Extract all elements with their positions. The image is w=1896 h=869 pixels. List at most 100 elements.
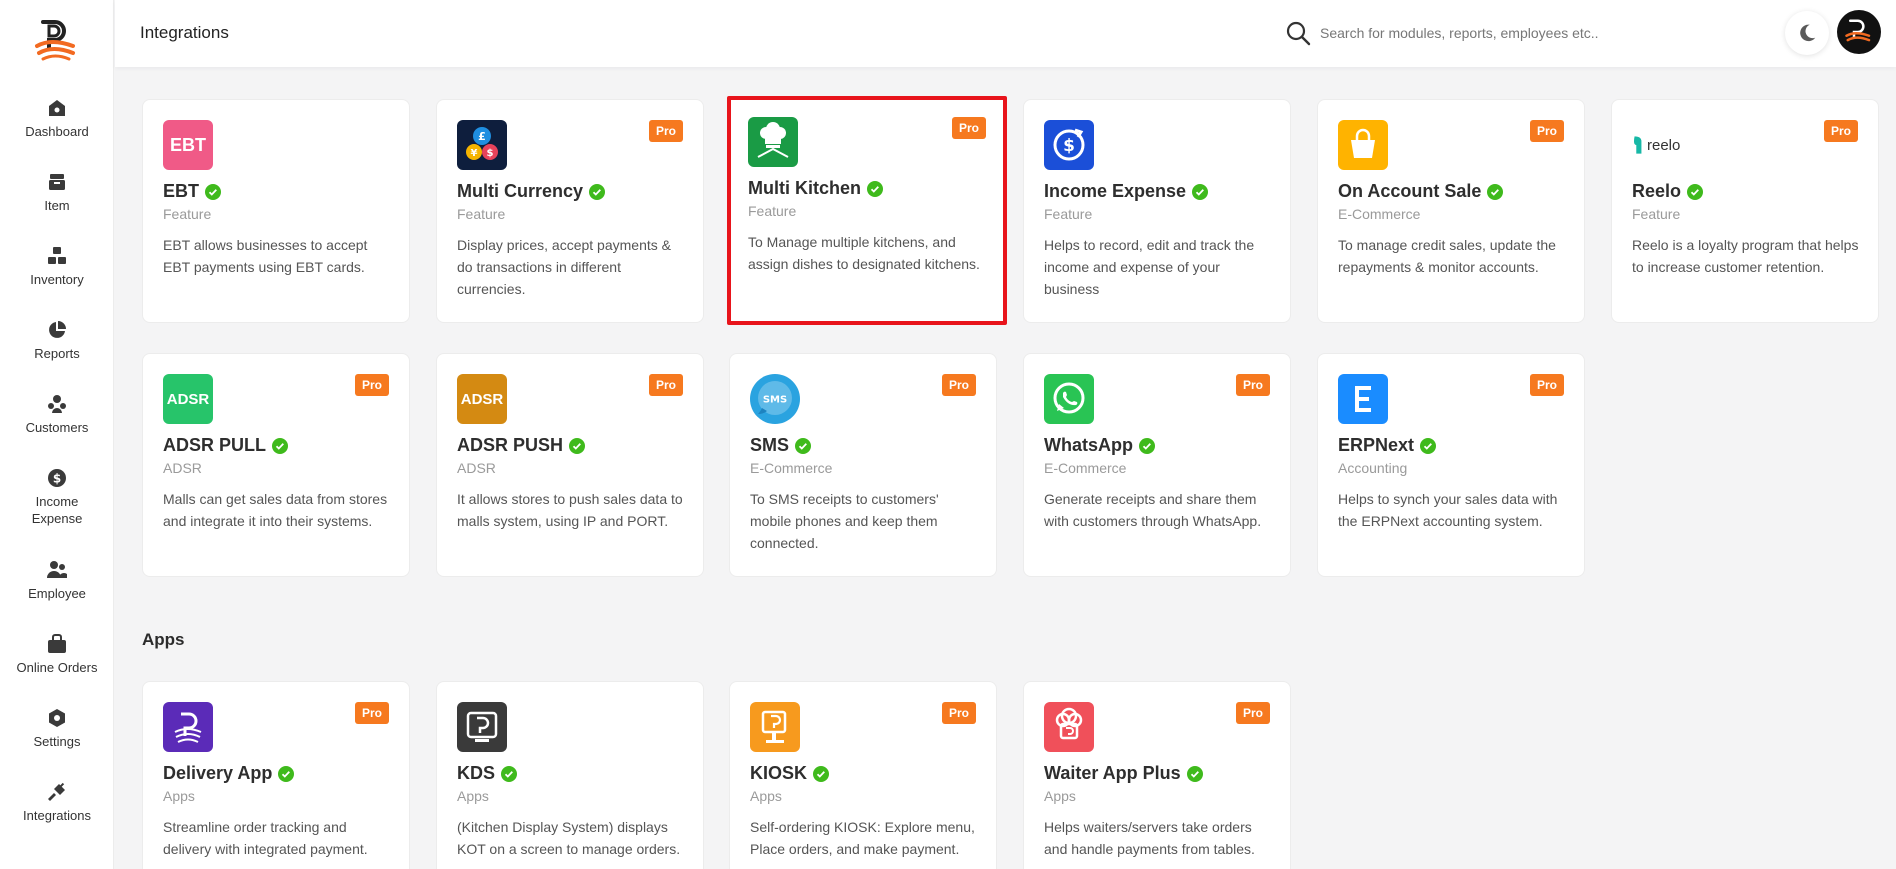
- sidebar-item-online-orders[interactable]: Online Orders: [0, 634, 114, 676]
- sidebar-item-label: Employee: [28, 586, 86, 601]
- sidebar-item-dashboard[interactable]: Dashboard: [0, 98, 114, 140]
- pro-badge: Pro: [1823, 120, 1858, 142]
- search-input[interactable]: [1320, 18, 1650, 48]
- pro-badge: Pro: [941, 374, 976, 396]
- svg-text:SMS: SMS: [763, 395, 787, 406]
- integration-card-multi-currency[interactable]: £ ¥ $ Pro Multi Currency Feature Display…: [436, 99, 704, 323]
- check-icon: [813, 765, 830, 782]
- card-category: Apps: [457, 788, 489, 804]
- card-title: Income Expense: [1044, 181, 1209, 202]
- card-title: ADSR PULL: [163, 435, 288, 456]
- integration-card-whatsapp[interactable]: Pro WhatsApp E-Commerce Generate receipt…: [1023, 353, 1291, 577]
- kds-icon: [457, 702, 507, 752]
- dashboard-icon: [49, 100, 65, 116]
- card-description: Helps to record, edit and track the inco…: [1044, 237, 1255, 297]
- card-title: EBT: [163, 181, 221, 202]
- sidebar-item-label: Income Expense: [31, 494, 83, 526]
- app-card-kds[interactable]: KDS Apps (Kitchen Display System) displa…: [436, 681, 704, 869]
- sidebar-item-employee[interactable]: Employee: [0, 560, 114, 602]
- card-category: ADSR: [163, 460, 202, 476]
- sidebar-item-integrations[interactable]: Integrations: [0, 782, 114, 824]
- check-icon: [205, 183, 221, 200]
- card-title: ADSR PUSH: [457, 435, 586, 456]
- sidebar-item-income-expense[interactable]: $ Income Expense: [0, 468, 114, 527]
- sidebar-item-label: Inventory: [30, 272, 84, 287]
- pro-badge: Pro: [648, 374, 683, 396]
- sidebar-item-item[interactable]: Item: [0, 172, 114, 214]
- integration-card-adsr-push[interactable]: ADSR Pro ADSR PUSH ADSR It allows stores…: [436, 353, 704, 577]
- app-card-waiter-app-plus[interactable]: Pro Waiter App Plus Apps Helps waiters/s…: [1023, 681, 1291, 869]
- reelo-logo-icon: reelo: [1632, 120, 1682, 170]
- sidebar-item-reports[interactable]: Reports: [0, 320, 114, 362]
- svg-text:¥: ¥: [471, 148, 478, 159]
- pro-badge: Pro: [1529, 374, 1564, 396]
- check-icon: [867, 180, 883, 197]
- check-icon: [589, 183, 606, 200]
- card-category: Accounting: [1338, 460, 1408, 476]
- sidebar-item-label: Reports: [34, 346, 80, 361]
- sidebar-item-customers[interactable]: Customers: [0, 394, 114, 436]
- card-category: Feature: [163, 206, 212, 222]
- integration-card-ebt[interactable]: EBT EBT Feature EBT allows businesses to…: [142, 99, 410, 323]
- top-header: Integrations: [115, 0, 1896, 67]
- adsr-push-icon: ADSR: [457, 374, 507, 424]
- check-icon: [278, 765, 295, 782]
- card-title: Reelo: [1632, 181, 1704, 202]
- sidebar: Dashboard Item Inventory Reports Custome…: [0, 0, 114, 869]
- pro-badge: Pro: [354, 374, 389, 396]
- check-icon: [1687, 183, 1704, 200]
- integration-card-on-account-sale[interactable]: Pro On Account Sale E-Commerce To manage…: [1317, 99, 1585, 323]
- avatar[interactable]: [1837, 10, 1881, 54]
- card-description: Reelo is a loyalty program that helps to…: [1632, 237, 1859, 275]
- sidebar-item-label: Customers: [25, 420, 89, 435]
- app-logo[interactable]: [33, 18, 81, 62]
- integration-card-erpnext[interactable]: Pro ERPNext Accounting Helps to synch yo…: [1317, 353, 1585, 577]
- waiter-app-icon: [1044, 702, 1094, 752]
- inventory-icon: [48, 247, 66, 264]
- card-title: SMS: [750, 435, 812, 456]
- search-icon[interactable]: [1285, 20, 1311, 46]
- sidebar-item-label: Dashboard: [25, 124, 89, 139]
- integration-card-income-expense[interactable]: $ Income Expense Feature Helps to record…: [1023, 99, 1291, 323]
- integration-card-multi-kitchen[interactable]: Pro Multi Kitchen Feature To Manage mult…: [727, 96, 1007, 325]
- card-category: Feature: [1632, 206, 1681, 222]
- card-category: Feature: [457, 206, 506, 222]
- svg-text:$: $: [53, 472, 61, 486]
- sidebar-item-label: Settings: [33, 734, 81, 749]
- sidebar-item-settings[interactable]: Settings: [0, 708, 114, 750]
- page-title: Integrations: [140, 23, 229, 42]
- integration-card-reelo[interactable]: reelo Pro Reelo Feature Reelo is a loyal…: [1611, 99, 1879, 323]
- reports-icon: [49, 321, 66, 338]
- pro-badge: Pro: [941, 702, 976, 724]
- theme-toggle-button[interactable]: [1785, 11, 1829, 55]
- card-title: WhatsApp: [1044, 435, 1155, 456]
- card-category: Apps: [163, 788, 195, 804]
- card-title: Multi Currency: [457, 181, 606, 202]
- check-icon: [272, 437, 288, 454]
- whatsapp-icon: [1044, 374, 1094, 424]
- moon-icon: [1800, 24, 1816, 42]
- sidebar-item-inventory[interactable]: Inventory: [0, 246, 114, 288]
- app-card-delivery-app[interactable]: Pro Delivery App Apps Streamline order t…: [142, 681, 410, 869]
- card-category: E-Commerce: [750, 460, 833, 476]
- card-category: Feature: [1044, 206, 1093, 222]
- card-title: Waiter App Plus: [1044, 763, 1203, 784]
- check-icon: [1487, 183, 1504, 200]
- card-description: EBT allows businesses to accept EBT paym…: [163, 237, 368, 275]
- adsr-pull-icon: ADSR: [163, 374, 213, 424]
- item-icon: [49, 174, 65, 190]
- app-card-kiosk[interactable]: Pro KIOSK Apps Self-ordering KIOSK: Expl…: [729, 681, 997, 869]
- card-category: ADSR: [457, 460, 496, 476]
- integration-card-adsr-pull[interactable]: ADSR Pro ADSR PULL ADSR Malls can get sa…: [142, 353, 410, 577]
- pro-badge: Pro: [1529, 120, 1564, 142]
- online-orders-icon: [48, 634, 66, 653]
- customers-icon: [48, 395, 66, 413]
- pro-badge: Pro: [354, 702, 389, 724]
- sidebar-item-label: Item: [44, 198, 70, 213]
- integration-card-sms[interactable]: SMS Pro SMS E-Commerce To SMS receipts t…: [729, 353, 997, 577]
- card-category: Apps: [750, 788, 782, 804]
- employee-icon: [47, 561, 67, 578]
- sidebar-item-label: Online Orders: [16, 660, 98, 675]
- shopping-bag-icon: [1338, 120, 1388, 170]
- delivery-app-icon: [163, 702, 213, 752]
